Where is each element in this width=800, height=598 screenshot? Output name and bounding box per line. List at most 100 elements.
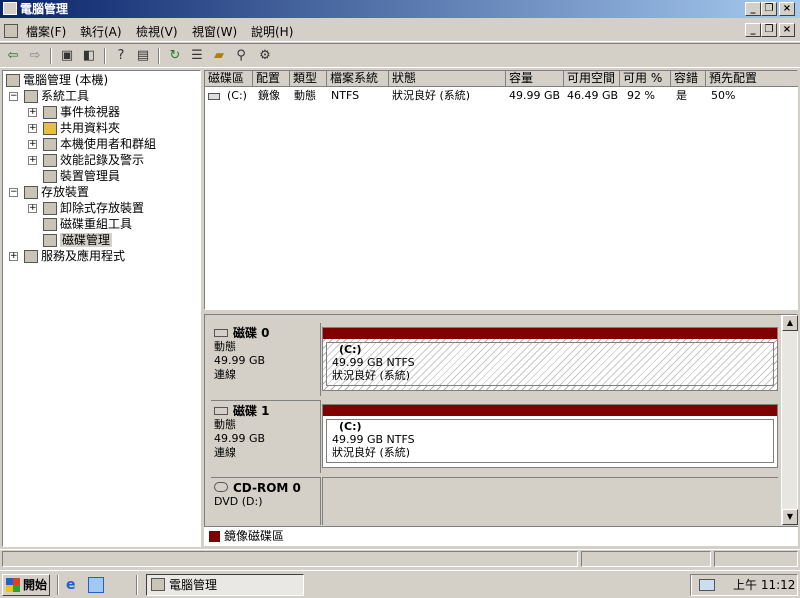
- cell-fs: NTFS: [331, 89, 360, 102]
- properties-icon[interactable]: ☰: [188, 47, 206, 65]
- taskbar-separator: [136, 575, 138, 595]
- folder-icon: [43, 122, 57, 135]
- users-icon: [43, 138, 57, 151]
- search-icon[interactable]: ⚲: [232, 47, 250, 65]
- cell-capacity: 49.99 GB: [509, 89, 561, 102]
- restore-button[interactable]: ❐: [761, 2, 777, 16]
- disk-0-info[interactable]: 磁碟 0 動態 49.99 GB 連線: [211, 323, 321, 396]
- disk-graphical-view: 磁碟 0 動態 49.99 GB 連線 (C:) 49.99 GB NTFS 狀…: [204, 314, 798, 546]
- menu-help[interactable]: 說明(H): [251, 23, 293, 40]
- column-header[interactable]: 容量: [506, 71, 564, 87]
- tree-storage[interactable]: 存放裝置: [24, 184, 89, 200]
- tree-disk-management[interactable]: 磁碟管理: [43, 232, 113, 248]
- child-close-button[interactable]: ×: [779, 23, 795, 37]
- column-header[interactable]: 檔案系統: [327, 71, 389, 87]
- tree-device-manager[interactable]: 裝置管理員: [43, 168, 120, 184]
- device-manager-icon: [43, 170, 57, 183]
- menu-action[interactable]: 執行(A): [80, 23, 122, 40]
- tree-label: 服務及應用程式: [41, 249, 126, 263]
- volume-color-bar: [323, 328, 777, 339]
- disk-1-volume[interactable]: (C:) 49.99 GB NTFS 狀況良好 (系統): [322, 404, 778, 468]
- network-icon[interactable]: [699, 579, 715, 591]
- volume-status: 狀況良好 (系統): [332, 369, 411, 382]
- menu-file[interactable]: 檔案(F): [26, 23, 66, 40]
- column-header[interactable]: 類型: [290, 71, 327, 87]
- expand-icon[interactable]: +: [28, 124, 37, 133]
- child-minimize-button[interactable]: _: [745, 23, 761, 37]
- disk-1-info[interactable]: 磁碟 1 動態 49.99 GB 連線: [211, 400, 321, 473]
- collapse-icon[interactable]: −: [9, 92, 18, 101]
- cdrom-0-info[interactable]: CD-ROM 0 DVD (D:): [211, 477, 321, 525]
- forward-arrow-icon[interactable]: ⇨: [26, 47, 44, 65]
- disk-0-volume[interactable]: (C:) 49.99 GB NTFS 狀況良好 (系統): [322, 327, 778, 391]
- minimize-button[interactable]: _: [745, 2, 761, 16]
- tree-services-apps[interactable]: 服務及應用程式: [24, 248, 125, 264]
- cell-free-pct: 92 %: [627, 89, 655, 102]
- tree-label: 效能記錄及警示: [60, 153, 145, 167]
- taskbar: 開始 e 電腦管理 上午 11:12: [0, 570, 800, 598]
- clock[interactable]: 上午 11:12: [733, 575, 795, 595]
- child-restore-button[interactable]: ❐: [761, 23, 777, 37]
- tree-root[interactable]: 電腦管理 (本機): [6, 72, 108, 88]
- internet-explorer-icon[interactable]: e: [66, 577, 82, 593]
- legend-label: 鏡像磁碟區: [224, 529, 285, 543]
- expand-icon[interactable]: +: [9, 252, 18, 261]
- taskbar-item-computer-management[interactable]: 電腦管理: [146, 574, 304, 596]
- tree-label: 裝置管理員: [60, 169, 121, 183]
- volume-status: 狀況良好 (系統): [332, 446, 411, 459]
- collapse-icon[interactable]: −: [9, 188, 18, 197]
- disk-size: 49.99 GB: [214, 432, 266, 445]
- cell-fault-tolerance: 是: [676, 89, 687, 102]
- toolbar: ⇦ ⇨ ▣ ◧ ? ▤ ↻ ☰ ▰ ⚲ ⚙: [0, 43, 800, 68]
- tree-defrag[interactable]: 磁碟重組工具: [43, 216, 132, 232]
- column-header[interactable]: 磁碟區: [205, 71, 253, 87]
- column-header[interactable]: 可用空間: [564, 71, 620, 87]
- tree-event-viewer[interactable]: 事件檢視器: [43, 104, 120, 120]
- tree-local-users[interactable]: 本機使用者和群組: [43, 136, 156, 152]
- column-header[interactable]: 狀態: [389, 71, 506, 87]
- help-icon[interactable]: ?: [112, 47, 130, 65]
- tree-perf-logs[interactable]: 效能記錄及警示: [43, 152, 144, 168]
- open-folder-icon[interactable]: ▰: [210, 47, 228, 65]
- expand-icon[interactable]: +: [28, 108, 37, 117]
- tree-removable-storage[interactable]: 卸除式存放裝置: [43, 200, 144, 216]
- column-header[interactable]: 可用 %: [620, 71, 671, 87]
- services-icon: [24, 250, 38, 263]
- disk-name: 磁碟 0: [233, 326, 270, 340]
- disk-name: 磁碟 1: [233, 404, 270, 418]
- storage-icon: [24, 186, 38, 199]
- column-header[interactable]: 容錯: [671, 71, 706, 87]
- menu-bar: 檔案(F) 執行(A) 檢視(V) 視窗(W) 說明(H) _ ❐ ×: [0, 20, 800, 42]
- up-folder-icon[interactable]: ▣: [58, 47, 76, 65]
- start-button[interactable]: 開始: [2, 574, 50, 596]
- show-desktop-icon[interactable]: [88, 577, 104, 593]
- expand-icon[interactable]: +: [28, 204, 37, 213]
- volume-size: 49.99 GB NTFS: [332, 356, 415, 369]
- column-header[interactable]: 預先配置: [706, 71, 798, 87]
- scroll-down-icon[interactable]: ▼: [782, 509, 798, 525]
- menu-window[interactable]: 視窗(W): [192, 23, 237, 40]
- computer-management-icon: [151, 578, 165, 591]
- back-arrow-icon[interactable]: ⇦: [4, 47, 22, 65]
- column-header[interactable]: 配置: [253, 71, 290, 87]
- console-tree: 電腦管理 (本機) − 系統工具 + 事件檢視器 + 共用資料夾 + 本機使用者…: [2, 70, 201, 547]
- close-button[interactable]: ×: [779, 2, 795, 16]
- settings-icon[interactable]: ⚙: [256, 47, 274, 65]
- expand-icon[interactable]: +: [28, 156, 37, 165]
- disk-size: 49.99 GB: [214, 354, 266, 367]
- windows-logo-icon: [6, 578, 20, 592]
- menu-view[interactable]: 檢視(V): [136, 23, 178, 40]
- disk-icon: [214, 329, 228, 337]
- expand-icon[interactable]: +: [28, 140, 37, 149]
- tree-label: 磁碟重組工具: [60, 217, 133, 231]
- refresh-icon[interactable]: ↻: [166, 47, 184, 65]
- tree-shared-folders[interactable]: 共用資料夾: [43, 120, 120, 136]
- toolbar-separator: [158, 48, 160, 64]
- tree-system-tools[interactable]: 系統工具: [24, 88, 89, 104]
- title-bar: 電腦管理 _ ❐ ×: [0, 0, 800, 18]
- scroll-up-icon[interactable]: ▲: [782, 315, 798, 331]
- vertical-scrollbar[interactable]: ▲ ▼: [781, 315, 798, 525]
- console-icon[interactable]: ▤: [134, 47, 152, 65]
- disk-management-icon: [43, 234, 57, 247]
- show-tree-icon[interactable]: ◧: [80, 47, 98, 65]
